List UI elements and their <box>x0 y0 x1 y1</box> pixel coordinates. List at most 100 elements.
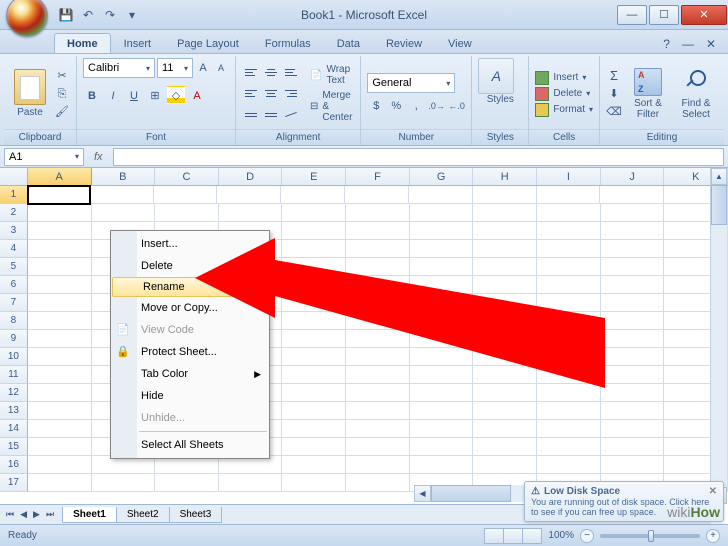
cell-J14[interactable] <box>601 420 665 438</box>
cell-H2[interactable] <box>473 204 537 222</box>
percent-icon[interactable]: % <box>387 96 405 114</box>
row-header-8[interactable]: 8 <box>0 312 28 330</box>
minimize-button[interactable]: — <box>617 5 647 25</box>
column-header-D[interactable]: D <box>219 168 283 185</box>
cell-A2[interactable] <box>28 204 92 222</box>
cell-E15[interactable] <box>282 438 346 456</box>
cell-G5[interactable] <box>410 258 474 276</box>
cell-J7[interactable] <box>601 294 665 312</box>
cell-H3[interactable] <box>473 222 537 240</box>
cell-A11[interactable] <box>28 366 92 384</box>
save-icon[interactable]: 💾 <box>58 7 74 23</box>
qat-dropdown-icon[interactable]: ▾ <box>124 7 140 23</box>
row-header-12[interactable]: 12 <box>0 384 28 402</box>
cut-icon[interactable]: ✂ <box>54 68 70 84</box>
cell-I4[interactable] <box>537 240 601 258</box>
grow-font-icon[interactable]: A <box>195 58 211 78</box>
cell-F12[interactable] <box>346 384 410 402</box>
cell-I2[interactable] <box>537 204 601 222</box>
cell-G2[interactable] <box>410 204 474 222</box>
cell-E5[interactable] <box>282 258 346 276</box>
cell-F13[interactable] <box>346 402 410 420</box>
cell-I14[interactable] <box>537 420 601 438</box>
cell-H6[interactable] <box>473 276 537 294</box>
cell-I7[interactable] <box>537 294 601 312</box>
cell-I12[interactable] <box>537 384 601 402</box>
cell-J9[interactable] <box>601 330 665 348</box>
cell-D17[interactable] <box>219 474 283 492</box>
cell-C1[interactable] <box>154 186 218 204</box>
formula-input[interactable] <box>113 148 724 166</box>
align-middle-icon[interactable] <box>262 64 280 82</box>
cell-J16[interactable] <box>601 456 665 474</box>
tab-view[interactable]: View <box>435 33 485 53</box>
view-page-break-icon[interactable] <box>522 528 542 544</box>
cell-F17[interactable] <box>346 474 410 492</box>
cell-I11[interactable] <box>537 366 601 384</box>
cell-I6[interactable] <box>537 276 601 294</box>
menu-item-move-or-copy[interactable]: Move or Copy... <box>111 297 269 319</box>
vertical-scrollbar[interactable]: ▲ ▼ <box>710 168 727 504</box>
menu-item-delete[interactable]: Delete <box>111 255 269 277</box>
cell-G11[interactable] <box>410 366 474 384</box>
cell-A4[interactable] <box>28 240 92 258</box>
cell-F7[interactable] <box>346 294 410 312</box>
view-normal-icon[interactable] <box>484 528 504 544</box>
cell-F3[interactable] <box>346 222 410 240</box>
cell-H10[interactable] <box>473 348 537 366</box>
cell-H7[interactable] <box>473 294 537 312</box>
sheet-nav-next-icon[interactable]: ▶ <box>31 509 42 520</box>
row-header-9[interactable]: 9 <box>0 330 28 348</box>
cell-J3[interactable] <box>601 222 665 240</box>
menu-item-insert[interactable]: Insert... <box>111 233 269 255</box>
cell-A16[interactable] <box>28 456 92 474</box>
cell-A9[interactable] <box>28 330 92 348</box>
increase-indent-icon[interactable] <box>262 106 280 124</box>
row-header-7[interactable]: 7 <box>0 294 28 312</box>
fx-icon[interactable]: fx <box>88 151 109 163</box>
cell-D1[interactable] <box>217 186 281 204</box>
cell-A7[interactable] <box>28 294 92 312</box>
cell-I3[interactable] <box>537 222 601 240</box>
increase-decimal-icon[interactable]: .0→ <box>427 96 445 114</box>
row-header-16[interactable]: 16 <box>0 456 28 474</box>
column-header-F[interactable]: F <box>346 168 410 185</box>
fill-color-button[interactable]: ◇ <box>167 86 185 104</box>
cell-G15[interactable] <box>410 438 474 456</box>
font-name-dropdown[interactable]: Calibri▾ <box>83 58 155 78</box>
row-header-5[interactable]: 5 <box>0 258 28 276</box>
cell-B2[interactable] <box>92 204 156 222</box>
menu-item-tab-color[interactable]: Tab Color▶ <box>111 363 269 385</box>
align-left-icon[interactable] <box>242 85 260 103</box>
cell-A8[interactable] <box>28 312 92 330</box>
cell-E7[interactable] <box>282 294 346 312</box>
comma-icon[interactable]: , <box>407 96 425 114</box>
doc-close-icon[interactable]: ✕ <box>702 35 720 53</box>
cell-A12[interactable] <box>28 384 92 402</box>
delete-cells-button[interactable]: Delete▾ <box>535 87 593 101</box>
cell-F9[interactable] <box>346 330 410 348</box>
column-header-B[interactable]: B <box>92 168 156 185</box>
cell-I10[interactable] <box>537 348 601 366</box>
sheet-tab-2[interactable]: Sheet2 <box>116 507 170 523</box>
cell-F6[interactable] <box>346 276 410 294</box>
cell-J6[interactable] <box>601 276 665 294</box>
cell-G12[interactable] <box>410 384 474 402</box>
cell-A6[interactable] <box>28 276 92 294</box>
menu-item-rename[interactable]: Rename <box>112 277 268 297</box>
merge-center-button[interactable]: ⊟Merge & Center <box>310 90 354 123</box>
paste-button[interactable]: Paste <box>10 69 50 118</box>
cell-I16[interactable] <box>537 456 601 474</box>
cell-G6[interactable] <box>410 276 474 294</box>
scroll-up-icon[interactable]: ▲ <box>711 168 727 185</box>
cell-A10[interactable] <box>28 348 92 366</box>
cell-F16[interactable] <box>346 456 410 474</box>
autosum-icon[interactable]: Σ <box>606 68 622 84</box>
row-header-3[interactable]: 3 <box>0 222 28 240</box>
cell-F10[interactable] <box>346 348 410 366</box>
cell-H8[interactable] <box>473 312 537 330</box>
cell-E10[interactable] <box>282 348 346 366</box>
number-format-dropdown[interactable]: General▾ <box>367 73 455 93</box>
column-header-I[interactable]: I <box>537 168 601 185</box>
select-all-triangle[interactable] <box>0 168 28 185</box>
